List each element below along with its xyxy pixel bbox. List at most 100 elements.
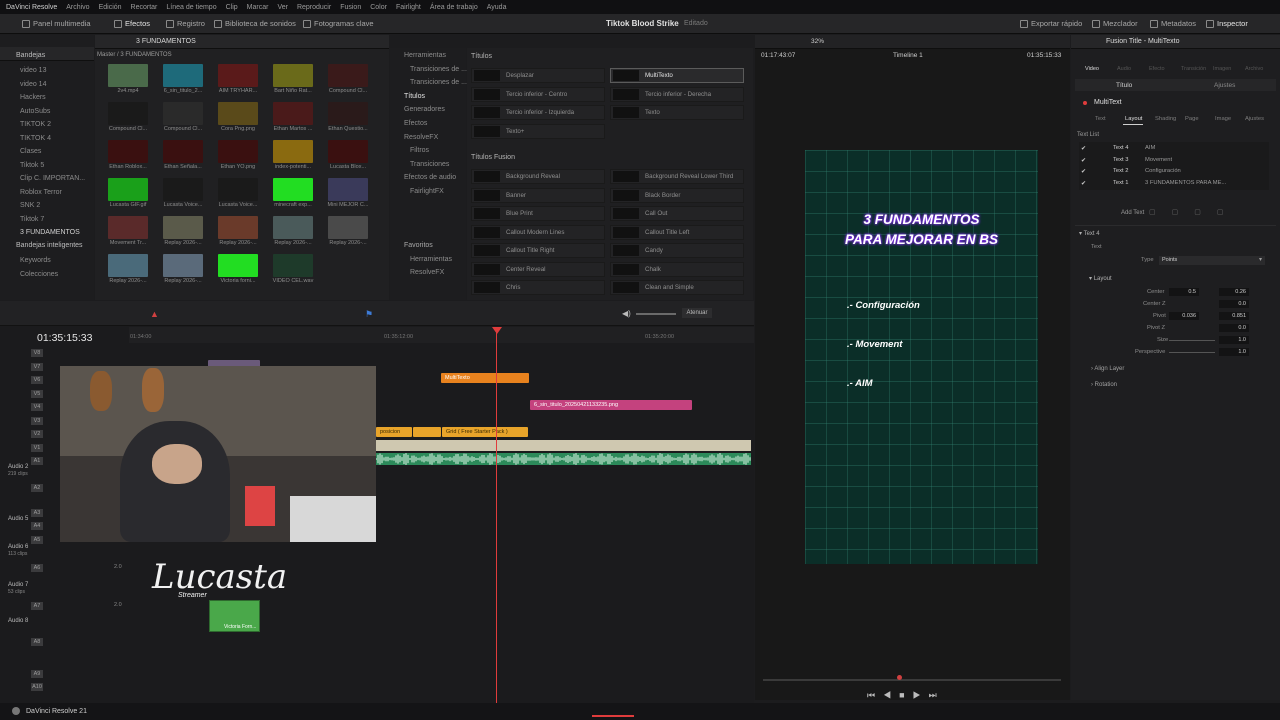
volume-slider[interactable] xyxy=(636,313,676,315)
clip-thumbnail[interactable] xyxy=(163,178,203,201)
timeline-name[interactable]: Timeline 1 xyxy=(893,52,923,59)
clip-thumbnail[interactable] xyxy=(108,216,148,239)
fusion-title-effect[interactable]: Callout Title Right xyxy=(471,243,605,258)
clip-thumbnail[interactable] xyxy=(218,64,258,87)
fusion-title-effect[interactable]: Background Reveal xyxy=(471,169,605,184)
clip-thumbnail[interactable] xyxy=(108,102,148,125)
section-layout[interactable]: ▾ Layout xyxy=(1089,275,1112,282)
clip-thumbnail[interactable] xyxy=(273,140,313,163)
text-list-name[interactable]: Text 2 xyxy=(1113,168,1128,174)
effects-category[interactable]: Efectos xyxy=(404,120,427,127)
menu-item-clip[interactable]: Clip xyxy=(226,4,238,11)
smart-bin-collections[interactable]: Colecciones xyxy=(20,271,58,278)
title-effect[interactable]: MultiTexto xyxy=(610,68,744,83)
clip-thumbnail[interactable] xyxy=(163,64,203,87)
inspector-tab[interactable]: Transición xyxy=(1181,66,1206,72)
mixer-button[interactable]: Mezclador xyxy=(1092,19,1138,28)
fusion-title-effect[interactable]: Chalk xyxy=(610,261,744,277)
visibility-check-icon[interactable]: ✔ xyxy=(1081,157,1086,164)
clip-victoria[interactable]: Victoria Forn... xyxy=(209,600,260,632)
playhead[interactable] xyxy=(496,327,497,703)
center-z-field[interactable]: 0.0 xyxy=(1219,300,1249,308)
layout-tab[interactable]: Shading xyxy=(1155,116,1176,122)
menu-item-reproducir[interactable]: Reproducir xyxy=(297,4,331,11)
menu-item-marcar[interactable]: Marcar xyxy=(247,4,269,11)
center-x-field[interactable]: 0.5 xyxy=(1169,288,1199,296)
title-effect[interactable]: Desplazar xyxy=(471,68,605,83)
size-field[interactable]: 1.0 xyxy=(1219,336,1249,344)
clip-a1-audio[interactable] xyxy=(375,453,751,465)
sound-library-button[interactable]: Biblioteca de sonidos xyxy=(214,19,296,28)
clip-thumbnail[interactable] xyxy=(108,64,148,87)
fusion-title-effect[interactable]: Chris xyxy=(471,280,605,295)
clip-thumbnail[interactable] xyxy=(163,140,203,163)
title-effect[interactable]: Texto+ xyxy=(471,123,605,139)
layout-tab[interactable]: Layout xyxy=(1125,116,1142,122)
center-y-field[interactable]: 0.26 xyxy=(1219,288,1249,296)
clip-thumbnail[interactable] xyxy=(328,102,368,125)
index-button[interactable]: Registro xyxy=(166,19,205,28)
fusion-title-effect[interactable]: Banner xyxy=(471,187,605,203)
clip-thumbnail[interactable] xyxy=(218,178,258,201)
flag-icon[interactable]: ⚑ xyxy=(365,309,373,320)
bin-item[interactable]: AutoSubs xyxy=(20,108,50,115)
clip-v2-segment[interactable] xyxy=(413,427,441,437)
pivot-z-field[interactable]: 0.0 xyxy=(1219,324,1249,332)
inspector-tab[interactable]: Video xyxy=(1085,66,1099,72)
bin-item[interactable]: video 13 xyxy=(20,67,46,74)
title-effect[interactable]: Tercio inferior - Centro xyxy=(471,86,605,102)
menu-item-help[interactable]: Ayuda xyxy=(487,4,507,11)
subtab-settings[interactable]: Ajustes xyxy=(1214,82,1235,89)
clip-thumbnail[interactable] xyxy=(218,216,258,239)
pointer-tool-icon[interactable]: ▲ xyxy=(150,309,159,319)
menu-item-archivo[interactable]: Archivo xyxy=(66,4,89,11)
clip-thumbnail[interactable] xyxy=(218,102,258,125)
bin-item[interactable]: TIKTOK 2 xyxy=(20,121,51,128)
align-layer-section[interactable]: › Align Layer xyxy=(1091,366,1124,372)
effects-category[interactable]: Generadores xyxy=(404,106,445,113)
attenuate-button[interactable]: Atenuar xyxy=(682,308,712,318)
inspector-tab[interactable]: Archivo xyxy=(1245,66,1263,72)
clip-thumbnail[interactable] xyxy=(328,216,368,239)
fusion-title-effect[interactable]: Callout Modern Lines xyxy=(471,224,605,240)
menu-item-edicion[interactable]: Edición xyxy=(99,4,122,11)
bin-item[interactable]: Clases xyxy=(20,148,41,155)
effects-button[interactable]: Efectos xyxy=(114,19,150,28)
media-pool-button[interactable]: Panel multimedia xyxy=(22,19,91,28)
clip-thumbnail[interactable] xyxy=(163,216,203,239)
pivot-x-field[interactable]: 0.036 xyxy=(1169,312,1199,320)
inspector-tab[interactable]: Imagen xyxy=(1213,66,1231,72)
menu-item-workspace[interactable]: Área de trabajo xyxy=(430,4,478,11)
playhead-handle[interactable] xyxy=(492,327,502,334)
fusion-title-effect[interactable]: Blue Print xyxy=(471,206,605,221)
bin-item[interactable]: Hackers xyxy=(20,94,46,101)
type-dropdown[interactable]: Points ▾ xyxy=(1159,256,1265,265)
bin-item[interactable]: Roblox Terror xyxy=(20,189,62,196)
effects-category[interactable]: Títulos xyxy=(404,93,425,100)
text-list-name[interactable]: Text 4 xyxy=(1113,145,1128,151)
subtab-title[interactable]: Título xyxy=(1116,82,1132,89)
clip-thumbnail[interactable] xyxy=(273,178,313,201)
clip-thumbnail[interactable] xyxy=(163,254,203,277)
title-effect[interactable]: Tercio inferior - Izquierda xyxy=(471,105,605,120)
clip-thumbnail[interactable] xyxy=(108,140,148,163)
size-slider[interactable] xyxy=(1169,340,1215,341)
scrubber-playhead[interactable] xyxy=(897,675,902,680)
perspective-field[interactable]: 1.0 xyxy=(1219,348,1249,356)
app-menu[interactable]: DaVinci Resolve xyxy=(6,4,57,11)
clip-thumbnail[interactable] xyxy=(163,102,203,125)
effects-category[interactable]: Filtros xyxy=(410,147,429,154)
effects-category[interactable]: Herramientas xyxy=(404,52,446,59)
bin-item[interactable]: Tiktok 7 xyxy=(20,216,44,223)
clip-thumbnail[interactable] xyxy=(273,254,313,277)
menu-item-fusion[interactable]: Fusion xyxy=(340,4,361,11)
clip-thumbnail[interactable] xyxy=(328,178,368,201)
edit-page-tab[interactable] xyxy=(592,706,634,717)
visibility-check-icon[interactable]: ✔ xyxy=(1081,168,1086,175)
title-effect[interactable]: Tercio inferior - Derecha xyxy=(610,86,744,102)
bin-item[interactable]: video 14 xyxy=(20,81,46,88)
clip-thumbnail[interactable] xyxy=(328,64,368,87)
inspector-tab[interactable]: Audio xyxy=(1117,66,1131,72)
text-list-name[interactable]: Text 3 xyxy=(1113,157,1128,163)
clip-thumbnail[interactable] xyxy=(108,178,148,201)
